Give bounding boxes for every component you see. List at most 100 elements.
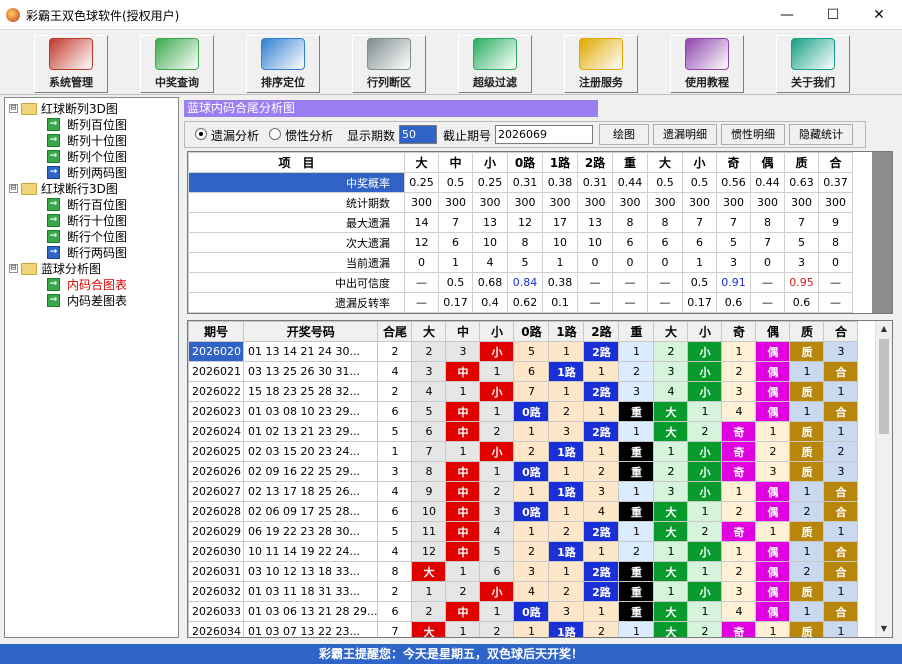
analysis-cell: 2	[789, 501, 825, 522]
tree-item[interactable]: → 断行个位图	[45, 229, 175, 245]
analysis-cell: 9	[411, 481, 447, 502]
scroll-up-arrow-icon[interactable]: ▲	[876, 321, 892, 337]
stats-cell: 0.17	[438, 292, 473, 313]
chart-doc-icon: →	[47, 150, 60, 163]
analysis-cell: 3	[479, 501, 515, 522]
omission-detail-button[interactable]: 遗漏明细	[653, 124, 717, 145]
collapse-icon[interactable]: ⊟	[9, 184, 18, 193]
inertia-radio-label[interactable]: 惯性分析	[285, 127, 333, 144]
analysis-cell: 1	[618, 621, 655, 637]
stats-cell: 8	[647, 212, 683, 233]
stats-cell: 3	[716, 252, 751, 273]
folder-icon	[21, 183, 37, 195]
tree-item[interactable]: → 断列个位图	[45, 149, 175, 165]
analysis-cell: 奇	[721, 421, 757, 442]
analysis-cell: 3	[653, 361, 689, 382]
omission-radio[interactable]	[195, 128, 207, 140]
analysis-cell: 小	[479, 381, 515, 402]
minimize-button[interactable]: —	[764, 0, 810, 30]
analysis-cell: 大	[653, 601, 689, 622]
draw-numbers-cell: 02 09 16 22 25 29...	[242, 461, 379, 482]
toolbar-button-2[interactable]: 中奖查询	[140, 35, 214, 93]
analysis-cell: 2	[789, 561, 825, 582]
stats-header-col: 0路	[507, 152, 543, 173]
analysis-cell: 1	[583, 361, 620, 382]
analysis-cell: 2路	[583, 421, 620, 442]
analysis-cell: 重	[618, 401, 655, 422]
period-cell: 2026029	[188, 521, 244, 542]
analysis-cell: 中	[445, 361, 481, 382]
stats-cell: 0.37	[818, 172, 853, 193]
stats-panel: 项 目大中小 0路 1路 2路重大小奇偶质合中奖概率 0.25 0.5 0.25 0.31 0.…	[187, 151, 893, 314]
toolbar-button-label: 关于我们	[791, 76, 835, 89]
compass-icon	[261, 38, 305, 70]
draw-numbers-cell: 03 10 12 13 18 33...	[242, 561, 379, 582]
stats-header-col: 重	[612, 152, 648, 173]
tree-item[interactable]: → 断行百位图	[45, 197, 175, 213]
analysis-cell: 合	[823, 361, 859, 382]
inertia-radio[interactable]	[269, 128, 281, 140]
tree-item[interactable]: → 内码合图表	[45, 277, 175, 293]
analysis-cell: 1	[583, 601, 620, 622]
tail-sum-cell: 7	[377, 621, 413, 637]
app-logo-icon	[6, 8, 20, 22]
analysis-cell: 7	[411, 441, 447, 462]
collapse-icon[interactable]: ⊟	[9, 264, 18, 273]
maximize-button[interactable]: ☐	[810, 0, 856, 30]
stats-header-col: 奇	[716, 152, 751, 173]
tree-group-1[interactable]: ⊟ 红球断列3D图	[9, 101, 177, 117]
analysis-cell: 1	[755, 421, 791, 442]
tail-sum-cell: 6	[377, 501, 413, 522]
scroll-thumb[interactable]	[879, 339, 889, 434]
draw-numbers-cell: 02 06 09 17 25 28...	[242, 501, 379, 522]
analysis-cell: 1	[479, 401, 515, 422]
display-count-input[interactable]: 50	[399, 125, 437, 144]
analysis-cell: 偶	[755, 581, 791, 602]
tree-item[interactable]: → 断列十位图	[45, 133, 175, 149]
close-button[interactable]: ✕	[856, 0, 902, 30]
analysis-cell: 1	[618, 341, 655, 362]
toolbar-button-4[interactable]: 行列断区	[352, 35, 426, 93]
history-header-col: 2路	[583, 321, 620, 342]
toolbar-button-1[interactable]: 系统管理	[34, 35, 108, 93]
analysis-cell: 1	[618, 481, 655, 502]
period-cell: 2026031	[188, 561, 244, 582]
history-scrollbar[interactable]: ▲ ▼	[875, 321, 892, 637]
scroll-down-arrow-icon[interactable]: ▼	[876, 621, 892, 637]
stats-cell: 5	[784, 232, 819, 253]
toolbar-button-6[interactable]: 注册服务	[564, 35, 638, 93]
tree-item[interactable]: → 内码差图表	[45, 293, 175, 309]
analysis-cell: 0路	[513, 461, 550, 482]
toolbar-button-8[interactable]: 关于我们	[776, 35, 850, 93]
stats-cell: —	[818, 292, 853, 313]
draw-button[interactable]: 绘图	[599, 124, 649, 145]
history-header-col: 小	[479, 321, 515, 342]
hide-stats-button[interactable]: 隐藏统计	[789, 124, 853, 145]
toolbar-button-7[interactable]: 使用教程	[670, 35, 744, 93]
analysis-cell: 偶	[755, 501, 791, 522]
analysis-cell: 1路	[548, 481, 585, 502]
cutoff-period-input[interactable]: 2026069	[495, 125, 593, 144]
toolbar-button-5[interactable]: 超级过滤	[458, 35, 532, 93]
omission-radio-label[interactable]: 遗漏分析	[211, 127, 259, 144]
stats-cell: 0.63	[784, 172, 819, 193]
analysis-cell: 偶	[755, 541, 791, 562]
inertia-detail-button[interactable]: 惯性明细	[721, 124, 785, 145]
analysis-cell: 2	[653, 341, 689, 362]
analysis-cell: 10	[411, 501, 447, 522]
analysis-cell: 2路	[583, 581, 620, 602]
analysis-cell: 合	[823, 541, 859, 562]
analysis-cell: 重	[618, 441, 655, 462]
history-header-col: 合尾	[377, 321, 413, 342]
toolbar-button-3[interactable]: 排序定位	[246, 35, 320, 93]
analysis-cell: 3	[513, 561, 550, 582]
tree-group-3[interactable]: ⊟ 蓝球分析图	[9, 261, 177, 277]
tree-item[interactable]: → 断列百位图	[45, 117, 175, 133]
analysis-cell: 2	[548, 521, 585, 542]
stats-cell: 6	[438, 232, 473, 253]
tree-group-2[interactable]: ⊟ 红球断行3D图	[9, 181, 177, 197]
tree-item[interactable]: → 断列两码图	[45, 165, 175, 181]
tree-item[interactable]: → 断行两码图	[45, 245, 175, 261]
tree-item[interactable]: → 断行十位图	[45, 213, 175, 229]
collapse-icon[interactable]: ⊟	[9, 104, 18, 113]
